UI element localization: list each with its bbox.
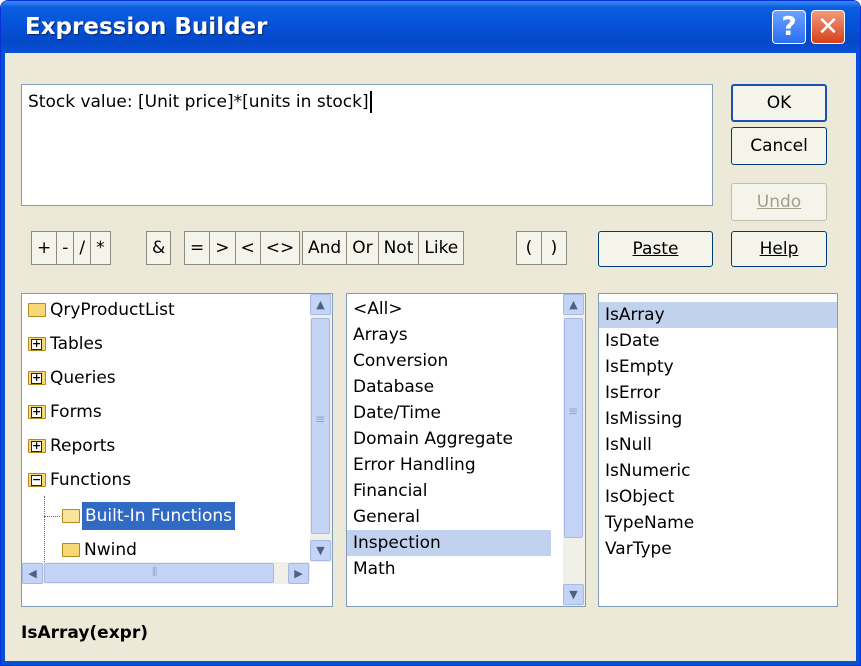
comparison-operators: = > < <> — [184, 231, 301, 265]
paren-operators: ( ) — [516, 231, 567, 265]
close-icon[interactable]: ✕ — [811, 10, 845, 44]
help-label: Help — [759, 239, 799, 259]
logical-operators: And Or Not Like — [302, 231, 465, 265]
scroll-up-icon[interactable]: ▲ — [310, 294, 331, 315]
tree-item-label: Queries — [50, 368, 116, 388]
tree-connector-line — [44, 496, 46, 564]
tree-horizontal-scrollbar[interactable]: ◀ ⦀ ▶ — [22, 562, 310, 584]
list-item[interactable]: IsEmpty — [599, 354, 674, 380]
greater-operator-button[interactable]: > — [209, 231, 236, 265]
list-item[interactable]: IsDate — [599, 328, 660, 354]
expand-icon[interactable]: + — [31, 338, 42, 350]
collapse-icon[interactable]: − — [31, 474, 42, 486]
expression-builder-dialog: Expression Builder ? ✕ Stock value: [Uni… — [0, 0, 861, 666]
scroll-down-icon[interactable]: ▼ — [310, 540, 331, 561]
scroll-right-icon[interactable]: ▶ — [288, 563, 309, 584]
grip-icon: ≡ — [315, 412, 326, 426]
list-item[interactable]: IsMissing — [599, 406, 682, 432]
folder-icon — [28, 303, 46, 317]
list-item[interactable]: Domain Aggregate — [347, 426, 513, 452]
open-folder-icon — [62, 509, 80, 523]
list-item-selected[interactable]: Inspection — [347, 530, 551, 556]
less-operator-button[interactable]: < — [234, 231, 261, 265]
minus-operator-button[interactable]: - — [56, 231, 75, 265]
window-title: Expression Builder — [25, 14, 268, 40]
list-item[interactable]: IsObject — [599, 484, 674, 510]
paste-button[interactable]: Paste — [598, 231, 713, 267]
list-item[interactable]: Conversion — [347, 348, 448, 374]
list-item[interactable]: Error Handling — [347, 452, 476, 478]
list-item[interactable]: Math — [347, 556, 396, 582]
ok-button[interactable]: OK — [731, 84, 827, 122]
not-operator-button[interactable]: Not — [377, 231, 420, 265]
tree-item-label: QryProductList — [50, 300, 175, 320]
category-vertical-scrollbar[interactable]: ▲ ≡ ▼ — [563, 294, 585, 606]
and-operator-button[interactable]: And — [302, 231, 348, 265]
list-item[interactable]: <All> — [347, 296, 403, 322]
concat-operator-button[interactable]: & — [146, 231, 172, 265]
scroll-thumb[interactable] — [311, 318, 330, 534]
list-item[interactable]: IsNull — [599, 432, 652, 458]
list-item-selected[interactable]: IsArray — [599, 302, 837, 328]
grip-icon: ⦀ — [152, 565, 158, 579]
list-item[interactable]: Date/Time — [347, 400, 441, 426]
equals-operator-button[interactable]: = — [184, 231, 211, 265]
open-paren-button[interactable]: ( — [516, 231, 542, 265]
tree-item-label: Functions — [50, 470, 132, 490]
tree-item-label: Built-In Functions — [82, 502, 236, 530]
category-list[interactable]: <All> Arrays Conversion Database Date/Ti… — [346, 293, 586, 607]
list-item[interactable]: Database — [347, 374, 434, 400]
tree-item-label: Forms — [50, 402, 102, 422]
function-list[interactable]: IsArray IsDate IsEmpty IsError IsMissing… — [598, 293, 838, 607]
object-tree[interactable]: QryProductList + Tables + Queries + Form… — [21, 293, 333, 607]
scroll-down-icon[interactable]: ▼ — [563, 584, 584, 605]
list-item[interactable]: General — [347, 504, 420, 530]
divide-operator-button[interactable]: / — [73, 231, 92, 265]
tree-vertical-scrollbar[interactable]: ▲ ≡ ▼ — [310, 294, 332, 562]
text-caret — [369, 91, 372, 113]
list-item[interactable]: VarType — [599, 536, 672, 562]
grip-icon: ≡ — [568, 404, 579, 418]
cancel-button[interactable]: Cancel — [731, 127, 827, 165]
tree-item-label: Tables — [50, 334, 103, 354]
list-item[interactable]: IsNumeric — [599, 458, 690, 484]
title-bar[interactable]: Expression Builder ? ✕ — [1, 1, 860, 53]
list-item[interactable]: Arrays — [347, 322, 408, 348]
tree-item-label: Reports — [50, 436, 116, 456]
tree-item-label: Nwind — [84, 540, 137, 560]
status-syntax-text: IsArray(expr) — [21, 623, 148, 643]
folder-icon — [62, 543, 80, 557]
help-icon[interactable]: ? — [772, 10, 806, 44]
or-operator-button[interactable]: Or — [346, 231, 379, 265]
scroll-thumb[interactable] — [564, 318, 583, 538]
close-paren-button[interactable]: ) — [541, 231, 567, 265]
expression-text: Stock value: [Unit price]*[units in stoc… — [28, 92, 369, 112]
arithmetic-operators: + - / * — [31, 231, 111, 265]
expression-input[interactable]: Stock value: [Unit price]*[units in stoc… — [21, 84, 713, 206]
scroll-up-icon[interactable]: ▲ — [563, 294, 584, 315]
list-item[interactable]: TypeName — [599, 510, 694, 536]
plus-operator-button[interactable]: + — [31, 231, 58, 265]
list-item[interactable]: IsError — [599, 380, 660, 406]
list-item[interactable]: Financial — [347, 478, 427, 504]
help-button[interactable]: Help — [731, 231, 827, 267]
like-operator-button[interactable]: Like — [418, 231, 465, 265]
multiply-operator-button[interactable]: * — [90, 231, 111, 265]
undo-label: Undo — [756, 192, 802, 212]
expand-icon[interactable]: + — [31, 406, 42, 418]
tree-connector-line — [44, 516, 60, 518]
scroll-thumb[interactable] — [44, 563, 274, 583]
expand-icon[interactable]: + — [31, 440, 42, 452]
not-equal-operator-button[interactable]: <> — [259, 231, 301, 265]
undo-button[interactable]: Undo — [731, 183, 827, 221]
concat-operators: & — [146, 231, 172, 265]
expand-icon[interactable]: + — [31, 372, 42, 384]
scroll-left-icon[interactable]: ◀ — [22, 563, 43, 584]
paste-label: Paste — [632, 239, 679, 259]
